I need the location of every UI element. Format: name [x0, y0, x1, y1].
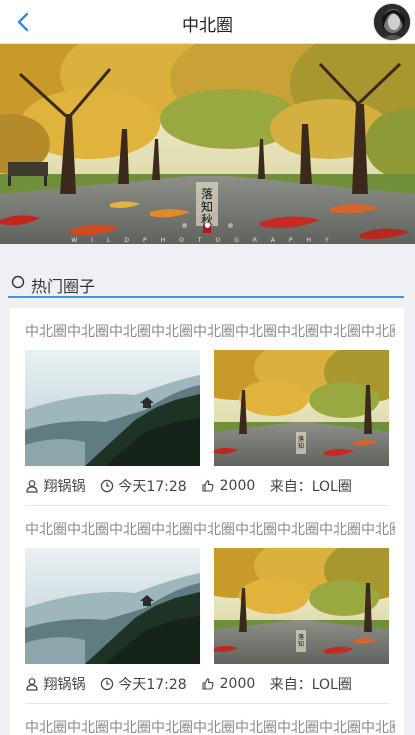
thumbs-up-icon [202, 678, 214, 690]
section-title: 热门圈子 [31, 277, 96, 296]
clock-icon [100, 677, 114, 691]
post-title[interactable]: 中北圈中北圈中北圈中北圈中北圈中北圈中北圈中北圈中北圈中... [25, 717, 395, 735]
carousel-dot-active[interactable] [205, 223, 210, 228]
carousel-indicators [0, 213, 415, 232]
carousel-dot[interactable] [228, 223, 233, 228]
post-meta: 翔锅锅 今天17:28 2000 来自：LOL圈 [25, 674, 352, 694]
svg-text:落: 落 [298, 435, 304, 443]
carousel-dot[interactable] [182, 223, 187, 228]
post-meta: 翔锅锅 今天17:28 2000 来自：LOL圈 [25, 476, 352, 496]
post-time: 今天17:28 [118, 479, 187, 495]
post-item[interactable]: 中北圈中北圈中北圈中北圈中北圈中北圈中北圈中北圈中北圈中... [10, 704, 404, 735]
page-title: 中北圈 [182, 16, 233, 36]
post-title[interactable]: 中北圈中北圈中北圈中北圈中北圈中北圈中北圈中北圈中北圈中... [25, 519, 395, 539]
svg-text:知: 知 [298, 442, 304, 450]
user-icon [26, 480, 38, 493]
post-time: 今天17:28 [118, 677, 187, 693]
post-item[interactable]: 中北圈中北圈中北圈中北圈中北圈中北圈中北圈中北圈中北圈中... [10, 308, 404, 506]
clock-icon [100, 479, 114, 493]
top-bar: 中北圈 [0, 0, 415, 44]
post-thumbnail-mountain[interactable] [25, 548, 200, 664]
hot-circles-section-header: 热门圈子 [8, 270, 404, 298]
post-source[interactable]: 来自：LOL圈 [270, 476, 352, 496]
post-thumbnail-mountain[interactable] [25, 350, 200, 466]
banner-carousel[interactable]: 落 知 秋 WILDPHOTOGRAPHY [0, 44, 415, 244]
post-author: 翔锅锅 [43, 479, 86, 495]
user-avatar[interactable] [373, 3, 411, 41]
post-author: 翔锅锅 [43, 677, 86, 693]
post-thumbnail-autumn[interactable]: 落 知 [214, 548, 389, 664]
post-source[interactable]: 来自：LOL圈 [270, 674, 352, 694]
svg-text:知: 知 [298, 640, 304, 648]
circle-icon [11, 275, 25, 289]
user-icon [26, 678, 38, 691]
post-likes: 2000 [219, 478, 256, 494]
post-title[interactable]: 中北圈中北圈中北圈中北圈中北圈中北圈中北圈中北圈中北圈中... [25, 321, 395, 341]
svg-text:知: 知 [201, 200, 213, 214]
post-item[interactable]: 中北圈中北圈中北圈中北圈中北圈中北圈中北圈中北圈中北圈中... [10, 506, 404, 704]
svg-text:落: 落 [298, 633, 304, 641]
svg-text:WILDPHOTOGRAPHY: WILDPHOTOGRAPHY [71, 237, 342, 244]
post-likes: 2000 [219, 676, 256, 692]
post-list: 中北圈中北圈中北圈中北圈中北圈中北圈中北圈中北圈中北圈中... 落 知 翔锅锅 … [10, 308, 404, 735]
svg-text:落: 落 [201, 187, 213, 201]
thumbs-up-icon [202, 480, 214, 492]
post-thumbnail-autumn[interactable]: 落 知 [214, 350, 389, 466]
